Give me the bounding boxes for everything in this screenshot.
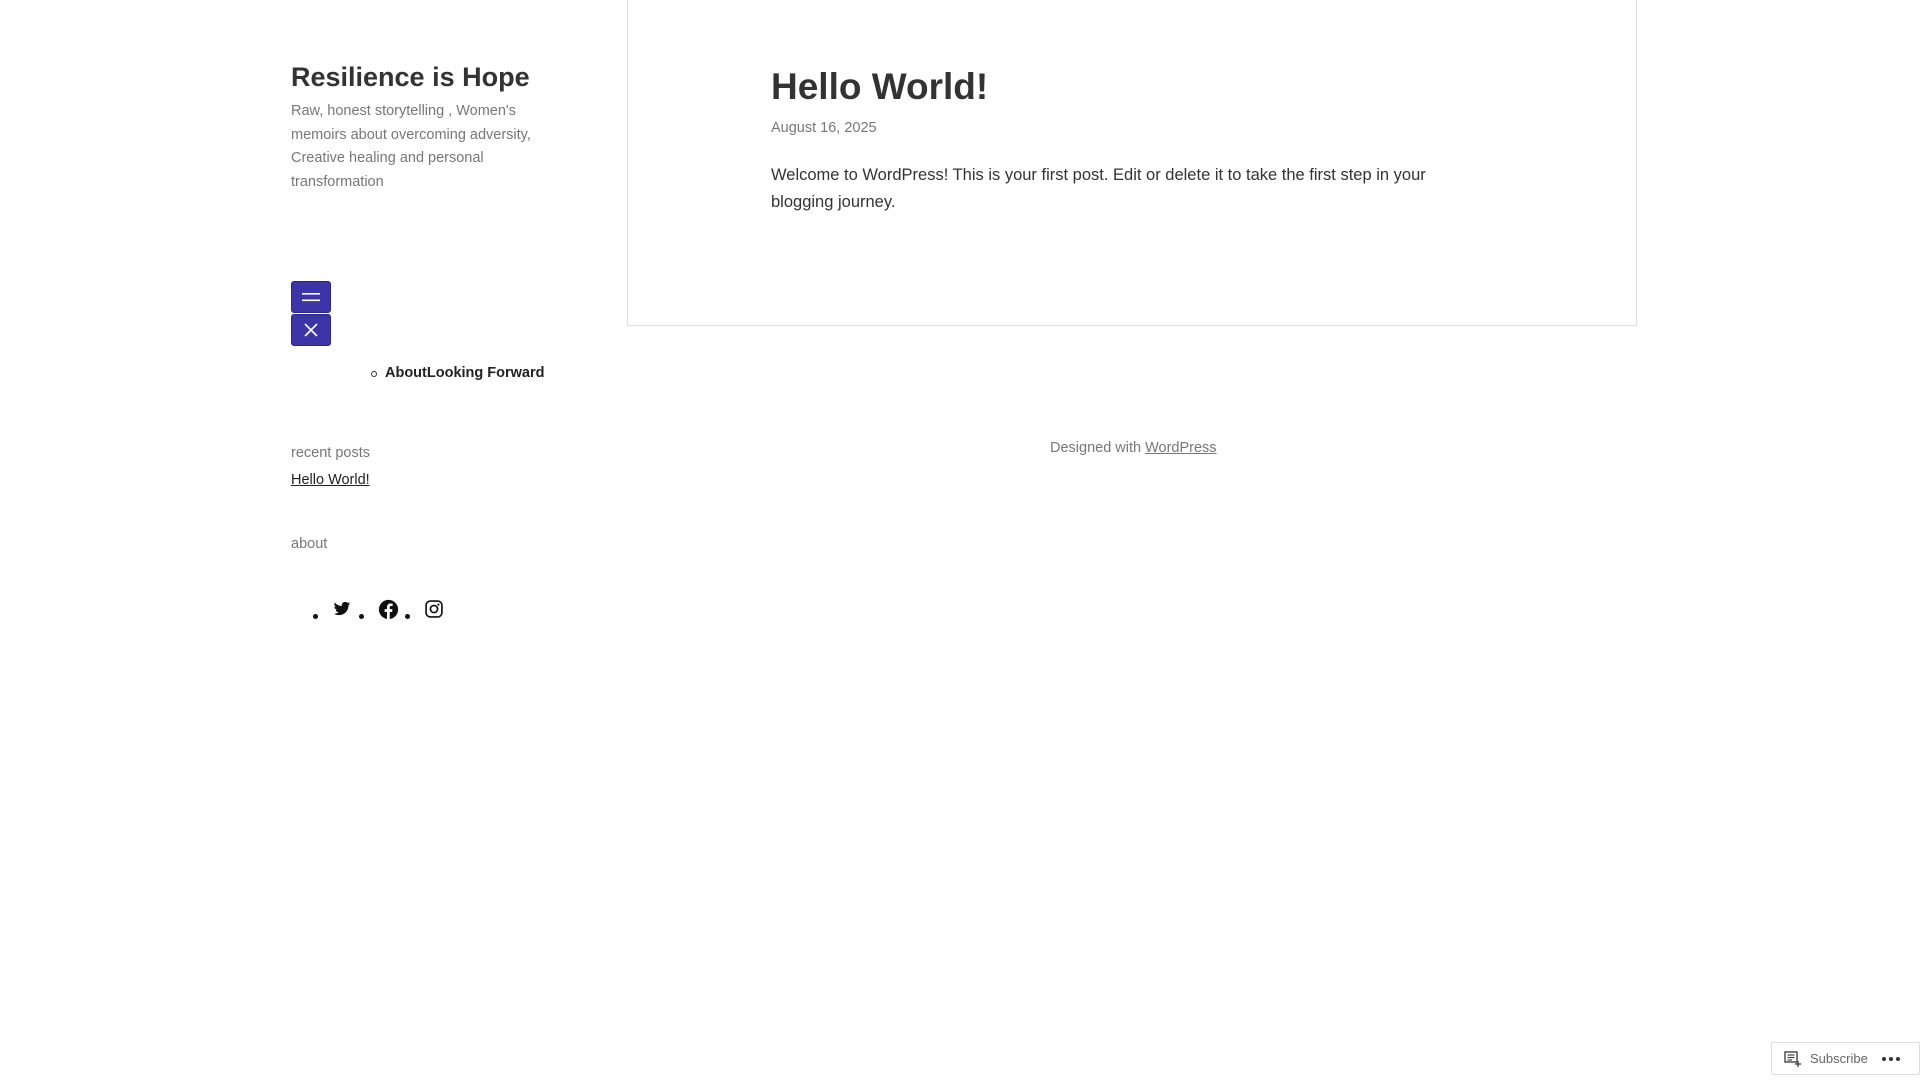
nav-link-looking-forward[interactable]: Looking Forward <box>427 365 545 381</box>
nav-bullet <box>371 371 377 377</box>
wordpress-link[interactable]: WordPress <box>1145 440 1216 456</box>
nav-item-about: About <box>385 364 427 382</box>
footer-credit-prefix: Designed with <box>1050 440 1142 456</box>
footer-credit: Designed with WordPress <box>1050 440 1217 456</box>
instagram-icon[interactable] <box>423 598 445 620</box>
post-date[interactable]: August 16, 2025 <box>771 120 877 136</box>
menu-close-button[interactable] <box>291 314 331 346</box>
list-bullet <box>359 614 364 619</box>
nav-item-looking-forward: Looking Forward <box>427 364 545 382</box>
list-bullet <box>313 614 318 619</box>
subscribe-bar: Subscribe <box>1771 1042 1920 1075</box>
recent-post-link[interactable]: Hello World! <box>291 472 370 488</box>
ellipsis-icon[interactable] <box>1881 1043 1900 1074</box>
about-heading: about <box>291 536 328 552</box>
subscribe-label: Subscribe <box>1810 1051 1868 1066</box>
page: Resilience is Hope Raw, honest storytell… <box>0 0 1920 1080</box>
recent-posts-heading: recent posts <box>291 445 370 461</box>
facebook-icon[interactable] <box>377 598 399 620</box>
hamburger-icon <box>302 293 320 302</box>
site-description: Raw, honest storytelling , Women's memoi… <box>291 103 531 190</box>
subscribe-button[interactable]: Subscribe <box>1772 1043 1868 1074</box>
social-links <box>313 598 451 620</box>
menu-open-button[interactable] <box>291 281 331 313</box>
post-body: Welcome to WordPress! This is your first… <box>771 166 1426 211</box>
list-bullet <box>405 614 410 619</box>
nav-link-about[interactable]: About <box>385 365 427 381</box>
primary-nav: About Looking Forward <box>371 364 544 382</box>
reader-icon <box>1784 1050 1801 1067</box>
site-title[interactable]: Resilience is Hope <box>291 62 530 93</box>
close-icon <box>304 323 318 337</box>
twitter-icon[interactable] <box>331 598 353 620</box>
post-title[interactable]: Hello World! <box>771 66 988 108</box>
